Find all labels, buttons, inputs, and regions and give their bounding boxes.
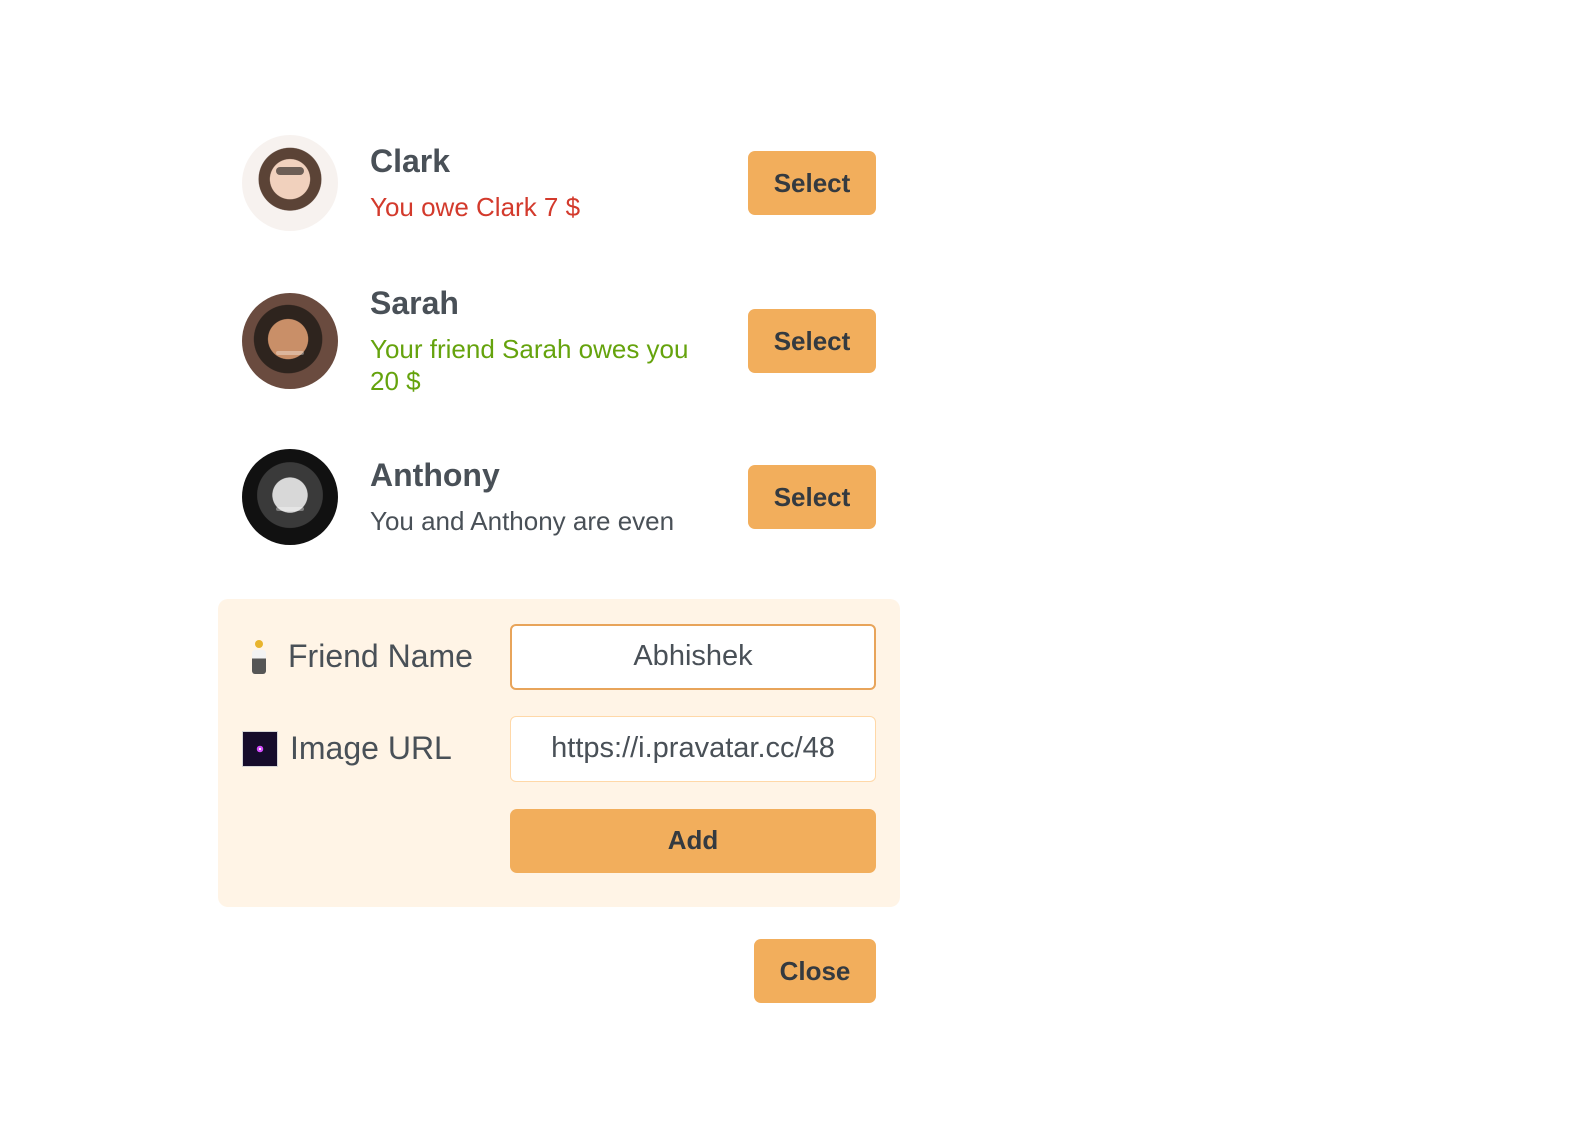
friend-avatar-sarah [242,293,338,390]
close-row: Close [218,939,900,1003]
friend-name-anthony: Anthony [370,456,500,493]
friend-name-label-text: Friend Name [288,638,473,674]
friend-item-sarah: Sarah Your friend Sarah owes you 20 $ Se… [242,285,876,398]
friend-info-anthony: Anthony You and Anthony are even [370,457,716,537]
friend-name-clark: Clark [370,142,451,179]
friend-avatar-anthony [242,449,338,545]
select-sarah-button[interactable]: Select [748,309,876,374]
friends-sidebar: Clark You owe Clark 7 $ Select Sarah You… [218,128,900,1003]
close-button[interactable]: Close [754,939,876,1003]
person-icon [242,639,276,674]
image-url-label-text: Image URL [290,730,452,766]
friend-item-anthony: Anthony You and Anthony are even Select [242,442,876,552]
friend-name-label: Friend Name [242,638,510,675]
select-clark-button[interactable]: Select [748,151,876,215]
friend-balance-clark: You owe Clark 7 $ [370,191,581,222]
image-url-input[interactable] [510,715,876,782]
friend-info-clark: Clark You owe Clark 7 $ [370,143,716,223]
friend-balance-sarah: Your friend Sarah owes you 20 $ [370,333,689,397]
firework-icon [242,730,278,767]
friend-name-sarah: Sarah [370,285,459,321]
select-anthony-button[interactable]: Select [748,465,876,529]
friend-name-input[interactable] [510,623,876,690]
add-friend-button[interactable]: Add [510,808,876,873]
add-friend-form: Friend Name Image URL Add [218,599,900,907]
friend-info-sarah: Sarah Your friend Sarah owes you 20 $ [370,285,716,398]
friend-balance-anthony: You and Anthony are even [370,505,675,536]
friend-item-clark: Clark You owe Clark 7 $ Select [242,128,876,238]
image-url-label: Image URL [242,730,510,767]
friend-avatar-clark [242,135,338,231]
friends-list: Clark You owe Clark 7 $ Select Sarah You… [218,128,900,552]
